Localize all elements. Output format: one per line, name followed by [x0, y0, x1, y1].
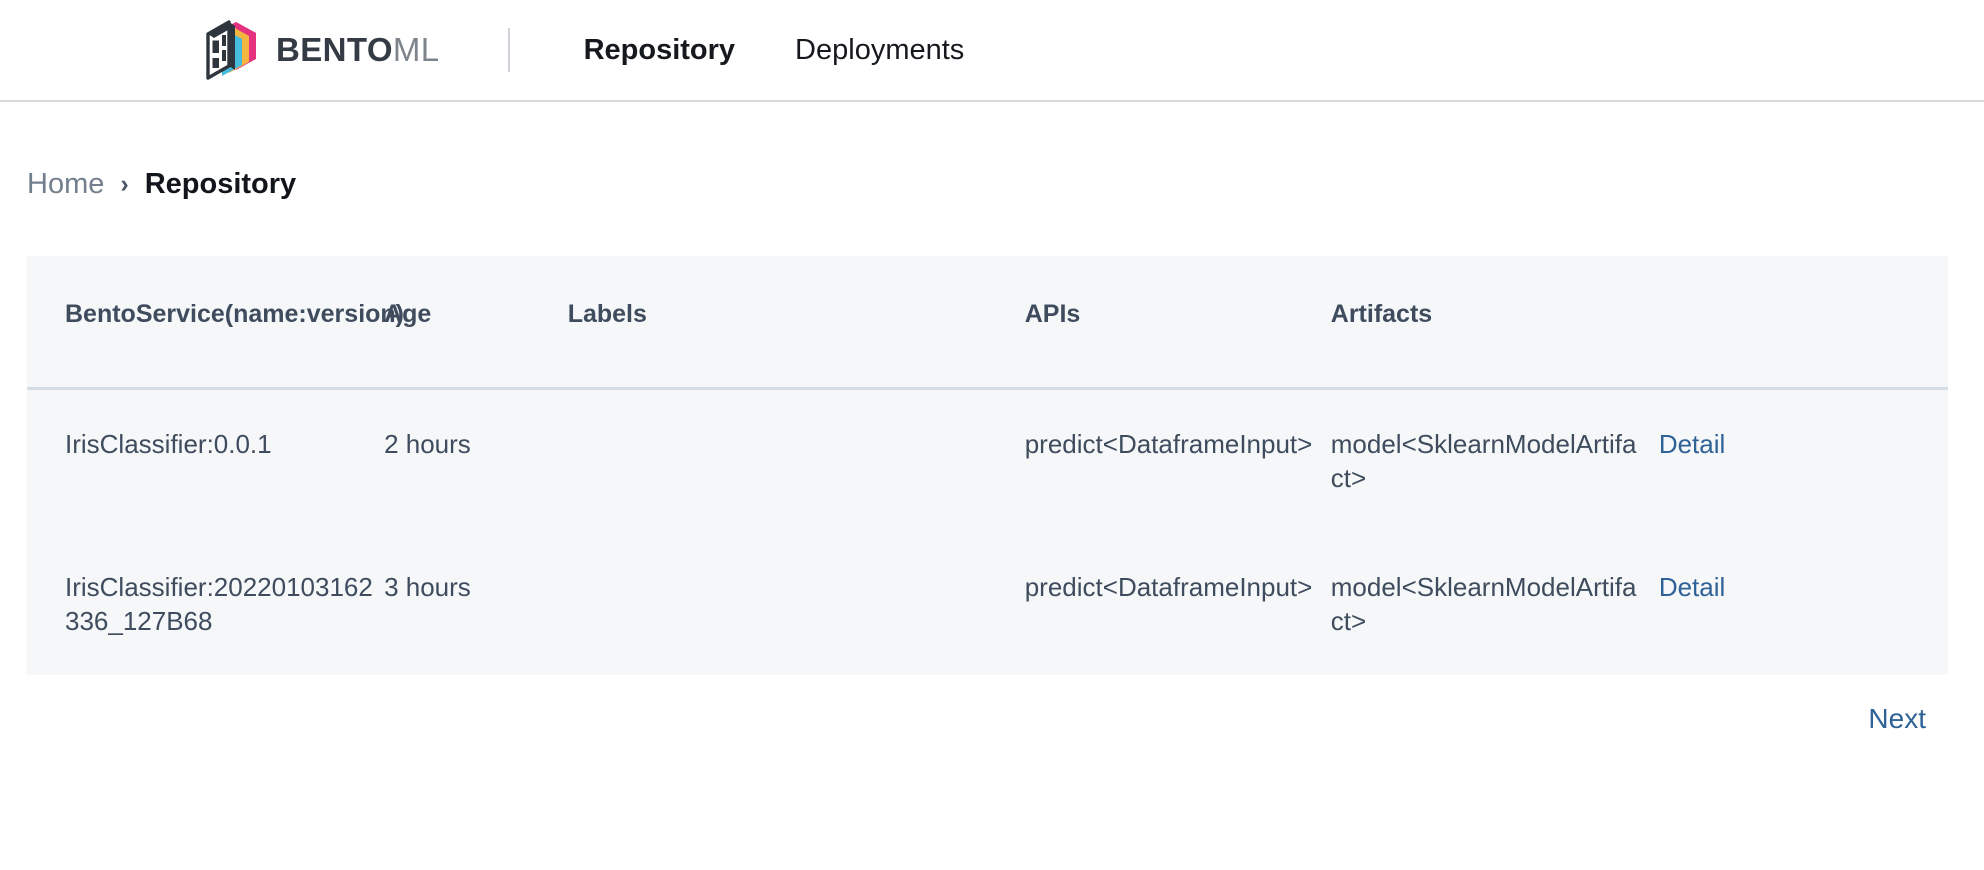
column-header-bentoservice: BentoService(name:version): [65, 300, 405, 328]
column-header-apis: APIs: [1024, 300, 1081, 328]
cell-actions: Detail: [1637, 389, 1948, 533]
table-header: BentoService(name:version) Age Labels AP…: [27, 256, 1948, 389]
cell-apis: predict<DataframeInput>: [1024, 429, 1313, 459]
column-header-labels: Labels: [567, 300, 647, 328]
brand-logo[interactable]: BENTOML: [202, 19, 440, 81]
chevron-right-icon: ›: [120, 169, 129, 198]
top-navigation-bar: BENTOML Repository Deployments: [0, 0, 1984, 102]
brand-wordmark-secondary: ML: [392, 31, 440, 68]
nav-item-repository[interactable]: Repository: [554, 34, 765, 67]
table-row: IrisClassifier:0.0.1 2 hours predict<Dat…: [27, 389, 1948, 533]
nav-item-deployments[interactable]: Deployments: [765, 34, 994, 67]
table-header-row: BentoService(name:version) Age Labels AP…: [27, 256, 1948, 389]
repository-table-container: BentoService(name:version) Age Labels AP…: [27, 256, 1948, 676]
cell-artifacts: model<SklearnModelArtifact>: [1330, 571, 1637, 636]
cell-labels: [568, 389, 1025, 533]
cell-apis: predict<DataframeInput>: [1024, 571, 1313, 602]
column-header-age: Age: [384, 300, 432, 328]
breadcrumb-item-repository: Repository: [144, 167, 297, 200]
brand-wordmark: BENTOML: [276, 31, 440, 69]
cell-labels: [568, 533, 1025, 676]
detail-link[interactable]: Detail: [1659, 572, 1725, 602]
repository-table: BentoService(name:version) Age Labels AP…: [27, 256, 1948, 675]
next-page-link[interactable]: Next: [1868, 703, 1926, 735]
breadcrumb-item-home[interactable]: Home: [27, 168, 104, 201]
cell-bentoservice: IrisClassifier:20220103162336_127B68: [65, 571, 373, 636]
nav-links: Repository Deployments: [510, 34, 995, 67]
cell-artifacts: model<SklearnModelArtifact>: [1330, 429, 1637, 494]
table-row: IrisClassifier:20220103162336_127B68 3 h…: [27, 533, 1948, 676]
table-body: IrisClassifier:0.0.1 2 hours predict<Dat…: [27, 389, 1948, 676]
brand-wordmark-primary: BENTO: [276, 31, 393, 68]
cell-age: 3 hours: [384, 571, 471, 602]
cell-age: 2 hours: [384, 429, 471, 459]
detail-link[interactable]: Detail: [1659, 429, 1725, 459]
bentoml-box-logo-icon: [202, 19, 260, 81]
column-header-actions: [1637, 256, 1948, 389]
cell-actions: Detail: [1637, 533, 1948, 676]
column-header-artifacts: Artifacts: [1330, 300, 1433, 328]
pagination: Next: [27, 703, 1948, 735]
breadcrumb: Home › Repository: [0, 164, 1984, 204]
cell-bentoservice: IrisClassifier:0.0.1: [65, 429, 272, 459]
